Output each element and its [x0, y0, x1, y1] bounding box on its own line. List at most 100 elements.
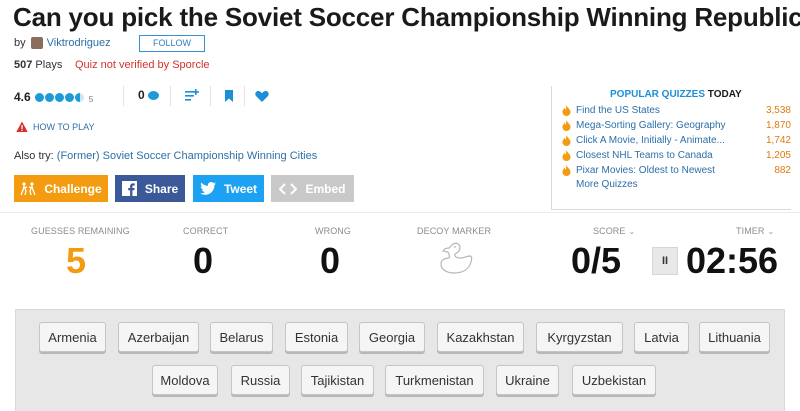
popular-quiz-item[interactable]: Closest NHL Teams to Canada 1,205 [562, 148, 791, 162]
how-to-play-link[interactable]: HOW TO PLAY [16, 121, 95, 133]
guesses-remaining-value: 5 [66, 240, 87, 281]
answer-chip[interactable]: Uzbekistan [572, 365, 656, 395]
share-label: Share [144, 181, 179, 196]
avatar[interactable] [30, 37, 43, 49]
answer-choices-panel: Armenia Azerbaijan Belarus Estonia Georg… [15, 309, 785, 411]
tweet-button[interactable]: Tweet [193, 175, 264, 202]
answer-chip[interactable]: Kyrgyzstan [536, 322, 623, 352]
answer-chip[interactable]: Kazakhstan [437, 322, 524, 352]
flame-icon [562, 164, 571, 176]
warning-icon [16, 121, 28, 132]
tweet-label: Tweet [223, 181, 258, 196]
also-try: Also try: (Former) Soviet Soccer Champio… [14, 150, 317, 162]
chevron-down-icon: ⌄ [628, 227, 636, 236]
star-dot-icon[interactable] [34, 92, 44, 102]
comments-button[interactable]: 0 [138, 88, 159, 102]
answer-chip[interactable]: Belarus [210, 322, 273, 352]
star-dot-icon[interactable] [64, 92, 74, 102]
plays-label: Plays [35, 59, 63, 71]
star-dot-icon[interactable] [74, 92, 84, 102]
popular-quiz-item[interactable]: Pixar Movies: Oldest to Newest 882 [562, 163, 791, 177]
rating-value: 4.6 [14, 90, 31, 104]
rating[interactable]: 4.6 5 [14, 88, 93, 106]
challenge-icon [20, 181, 36, 195]
byline: by Viktrodriguez [14, 37, 111, 49]
comment-icon [147, 90, 159, 100]
by-label: by [14, 37, 26, 49]
pause-button[interactable]: II [652, 247, 678, 275]
correct-label: CORRECT [183, 226, 229, 236]
divider [170, 86, 171, 106]
more-quizzes-link[interactable]: More Quizzes [576, 179, 638, 190]
answer-chip[interactable]: Tajikistan [301, 365, 374, 395]
answer-chip[interactable]: Moldova [152, 365, 218, 395]
popular-quiz-item[interactable]: Mega-Sorting Gallery: Geography 1,870 [562, 118, 791, 132]
flame-icon [562, 149, 571, 161]
bookmark-icon[interactable] [221, 88, 237, 104]
answer-chip[interactable]: Russia [231, 365, 290, 395]
answer-chip[interactable]: Azerbaijan [118, 322, 199, 352]
popular-quiz-item[interactable]: Click A Movie, Initially - Animate... 1,… [562, 133, 791, 147]
popular-quiz-item[interactable]: Find the US States 3,538 [562, 103, 791, 117]
correct-value: 0 [193, 240, 214, 281]
facebook-share-button[interactable]: Share [115, 175, 185, 202]
popular-quiz-count: 1,742 [765, 134, 791, 146]
pause-icon: II [661, 255, 669, 267]
popular-quiz-name: Click A Movie, Initially - Animate... [576, 134, 725, 146]
add-to-playlist-icon[interactable] [184, 88, 200, 104]
divider [244, 86, 245, 106]
page-title: Can you pick the Soviet Soccer Champions… [13, 2, 800, 32]
answer-chip[interactable]: Turkmenistan [385, 365, 484, 395]
challenge-label: Challenge [44, 181, 102, 196]
embed-button[interactable]: Embed [271, 175, 354, 202]
popular-quiz-count: 882 [774, 164, 791, 176]
flame-icon [562, 134, 571, 146]
duck-icon[interactable] [438, 241, 474, 279]
guesses-remaining-label: GUESSES REMAINING [31, 226, 130, 236]
decoy-marker-label: DECOY MARKER [417, 226, 492, 236]
score-value: 0/5 [571, 240, 622, 281]
score-label-text: SCORE [593, 226, 626, 236]
answer-chip[interactable]: Ukraine [496, 365, 559, 395]
flame-icon [562, 119, 571, 131]
facebook-icon [121, 181, 137, 196]
star-dot-icon[interactable] [44, 92, 54, 102]
answer-chip[interactable]: Latvia [634, 322, 689, 352]
chevron-down-icon: ⌄ [767, 227, 775, 236]
popular-quiz-name: Closest NHL Teams to Canada [576, 149, 713, 161]
timer-value: 02:56 [686, 240, 779, 281]
star-dot-icon[interactable] [54, 92, 64, 102]
author-link[interactable]: Viktrodriguez [47, 37, 111, 49]
popular-quiz-count: 3,538 [765, 104, 791, 116]
answer-chip[interactable]: Armenia [39, 322, 106, 352]
divider [210, 86, 211, 106]
follow-button[interactable]: FOLLOW [139, 35, 205, 52]
timer-label-text: TIMER [736, 226, 765, 236]
how-to-play-label: HOW TO PLAY [33, 122, 95, 132]
also-try-label: Also try: [14, 150, 54, 162]
timer-label[interactable]: TIMER ⌄ [736, 226, 774, 236]
wrong-label: WRONG [315, 226, 351, 236]
embed-label: Embed [305, 181, 346, 196]
popular-heading-label: POPULAR QUIZZES [610, 89, 706, 100]
plays-count: 507 Plays [14, 59, 62, 71]
score-label[interactable]: SCORE ⌄ [593, 226, 635, 236]
popular-quiz-count: 1,205 [765, 149, 791, 161]
challenge-button[interactable]: Challenge [14, 175, 108, 202]
wrong-value: 0 [320, 240, 341, 281]
answer-chip[interactable]: Estonia [285, 322, 348, 352]
also-try-link[interactable]: (Former) Soviet Soccer Championship Winn… [57, 150, 317, 162]
verification-status: Quiz not verified by Sporcle [75, 59, 210, 71]
popular-quizzes-panel: POPULAR QUIZZES TODAY Find the US States… [551, 86, 791, 210]
answer-chip[interactable]: Georgia [359, 322, 425, 352]
plays-number: 507 [14, 59, 33, 71]
flame-icon [562, 104, 571, 116]
divider [0, 212, 800, 213]
popular-quiz-name: Find the US States [576, 104, 660, 116]
popular-heading: POPULAR QUIZZES TODAY [610, 89, 742, 100]
heart-icon[interactable] [254, 88, 270, 104]
popular-heading-suffix: TODAY [707, 89, 742, 100]
popular-quiz-name: Pixar Movies: Oldest to Newest [576, 164, 715, 176]
rating-count: 5 [88, 94, 94, 104]
answer-chip[interactable]: Lithuania [699, 322, 770, 352]
